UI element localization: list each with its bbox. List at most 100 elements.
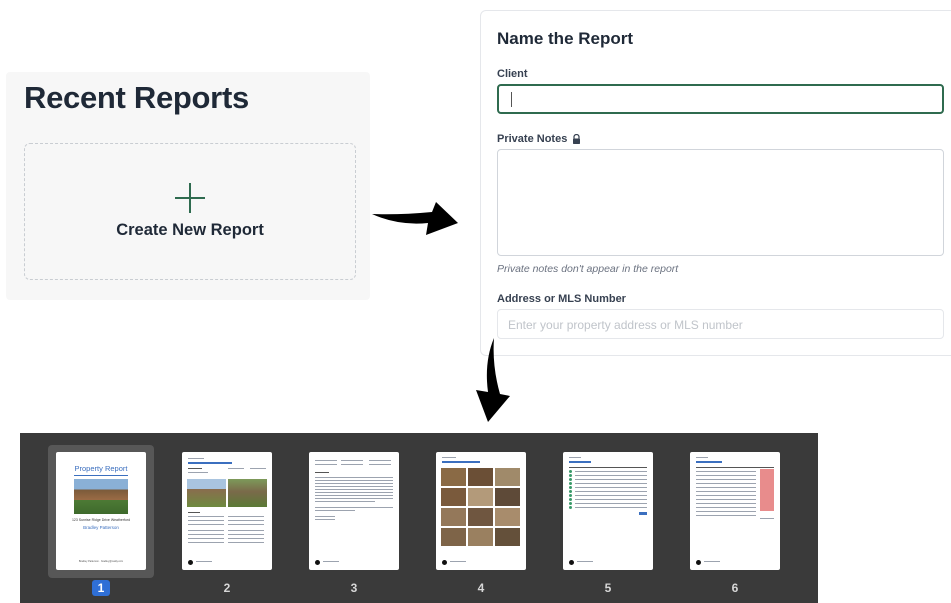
page-number-4[interactable]: 4 bbox=[472, 580, 490, 596]
thumb-text-line bbox=[569, 457, 581, 458]
thumb-table-row bbox=[575, 487, 647, 488]
page-number-1[interactable]: 1 bbox=[92, 580, 110, 596]
page-thumbnail-4[interactable] bbox=[436, 452, 526, 570]
page-number-5[interactable]: 5 bbox=[599, 580, 617, 596]
thumb-text-line bbox=[696, 457, 708, 458]
page-thumbnail-3[interactable] bbox=[309, 452, 399, 570]
page-thumbnail-2[interactable] bbox=[182, 452, 272, 570]
thumb-text-line bbox=[188, 458, 204, 459]
thumb-text-line bbox=[228, 542, 264, 543]
recent-reports-title: Recent Reports bbox=[24, 80, 249, 115]
thumb-photo bbox=[441, 508, 466, 526]
agent-avatar-dot bbox=[696, 560, 701, 565]
plus-icon bbox=[175, 183, 205, 213]
cover-agent-name: Bradley Patterson bbox=[83, 525, 119, 530]
agent-avatar-dot bbox=[315, 560, 320, 565]
thumb-table-row bbox=[575, 499, 647, 500]
curved-arrow-right-icon bbox=[372, 202, 458, 235]
thumb-text-line bbox=[369, 460, 391, 461]
curved-arrow-down-icon bbox=[476, 338, 510, 422]
thumb-text-line bbox=[228, 468, 244, 469]
thumb-text-line bbox=[315, 489, 393, 490]
thumb-heading bbox=[569, 461, 591, 463]
thumb-text-line bbox=[315, 516, 335, 517]
thumb-text-line bbox=[188, 530, 224, 531]
thumb-text-line bbox=[228, 530, 264, 531]
rating-dot bbox=[569, 494, 572, 497]
thumb-photo bbox=[495, 488, 520, 506]
thumb-text-line bbox=[250, 468, 266, 469]
page-number-2[interactable]: 2 bbox=[218, 580, 236, 596]
thumb-text-line bbox=[228, 538, 264, 539]
thumb-text-line bbox=[315, 519, 335, 520]
thumb-photo bbox=[441, 488, 466, 506]
thumb-table-row bbox=[696, 503, 756, 504]
thumb-text-line bbox=[369, 464, 391, 465]
thumb-text-line bbox=[315, 507, 393, 508]
thumb-text-line bbox=[315, 486, 393, 487]
rating-dot bbox=[569, 502, 572, 505]
thumb-text-line bbox=[188, 524, 224, 525]
thumb-text-line bbox=[188, 468, 202, 469]
private-notes-label: Private Notes bbox=[497, 133, 581, 145]
private-notes-textarea[interactable] bbox=[497, 149, 944, 256]
cover-title: Property Report bbox=[74, 464, 128, 473]
thumb-text-line bbox=[315, 460, 337, 461]
client-label-text: Client bbox=[497, 68, 528, 80]
page-thumbnail-6[interactable] bbox=[690, 452, 780, 570]
thumb-table-row bbox=[575, 479, 647, 480]
rating-dot bbox=[569, 474, 572, 477]
thumb-house-photo bbox=[228, 479, 267, 507]
create-new-report-label: Create New Report bbox=[116, 221, 264, 239]
thumb-table-row bbox=[696, 483, 756, 484]
page-number-6[interactable]: 6 bbox=[726, 580, 744, 596]
private-notes-label-text: Private Notes bbox=[497, 133, 568, 145]
address-label-text: Address or MLS Number bbox=[497, 293, 626, 305]
thumb-photo bbox=[495, 468, 520, 486]
rating-dot bbox=[569, 478, 572, 481]
lock-icon bbox=[573, 134, 581, 144]
thumb-text-line bbox=[315, 483, 393, 484]
rating-dot bbox=[569, 470, 572, 473]
name-report-title: Name the Report bbox=[497, 29, 634, 48]
cover-footer: Bradley Patterson · bradley@realty.com bbox=[78, 560, 124, 563]
thumb-table-row bbox=[696, 479, 756, 480]
thumb-text-line bbox=[315, 498, 393, 499]
thumb-text-line bbox=[323, 561, 339, 562]
thumb-table-row bbox=[575, 483, 647, 484]
thumb-text-line bbox=[341, 464, 363, 465]
thumb-text-line bbox=[228, 534, 264, 535]
thumb-text-line bbox=[188, 520, 224, 521]
client-input[interactable] bbox=[497, 84, 944, 114]
rating-dot bbox=[569, 490, 572, 493]
highlight-column bbox=[760, 469, 774, 511]
thumb-text-line bbox=[315, 492, 393, 493]
thumb-heading bbox=[442, 461, 480, 463]
create-new-report-button[interactable]: Create New Report bbox=[24, 143, 356, 280]
thumb-table-row bbox=[696, 499, 756, 500]
thumb-text-line bbox=[228, 520, 264, 521]
thumb-table-header bbox=[569, 467, 647, 468]
thumb-text-line bbox=[315, 510, 355, 511]
thumb-heading bbox=[188, 462, 232, 464]
address-label: Address or MLS Number bbox=[497, 293, 626, 305]
page-thumbnail-5[interactable] bbox=[563, 452, 653, 570]
rating-dot bbox=[569, 486, 572, 489]
thumb-text-line bbox=[315, 495, 393, 496]
rating-dot bbox=[569, 506, 572, 509]
thumb-text-line bbox=[704, 561, 720, 562]
thumb-table-row bbox=[575, 475, 647, 476]
page-number-3[interactable]: 3 bbox=[345, 580, 363, 596]
private-notes-hint: Private notes don't appear in the report bbox=[497, 263, 679, 275]
thumb-table-row bbox=[575, 471, 647, 472]
page-thumbnail-1[interactable]: Property Report 123 Sunrise Ridge Drive … bbox=[56, 452, 146, 570]
thumb-table-header bbox=[696, 467, 774, 468]
thumb-text-line bbox=[315, 472, 329, 473]
text-caret bbox=[511, 92, 512, 107]
thumb-photo bbox=[441, 528, 466, 546]
address-input[interactable]: Enter your property address or MLS numbe… bbox=[497, 309, 944, 339]
thumb-table-row bbox=[696, 487, 756, 488]
thumb-table-row bbox=[696, 511, 756, 512]
client-label: Client bbox=[497, 68, 528, 80]
thumb-text-line bbox=[315, 480, 393, 481]
